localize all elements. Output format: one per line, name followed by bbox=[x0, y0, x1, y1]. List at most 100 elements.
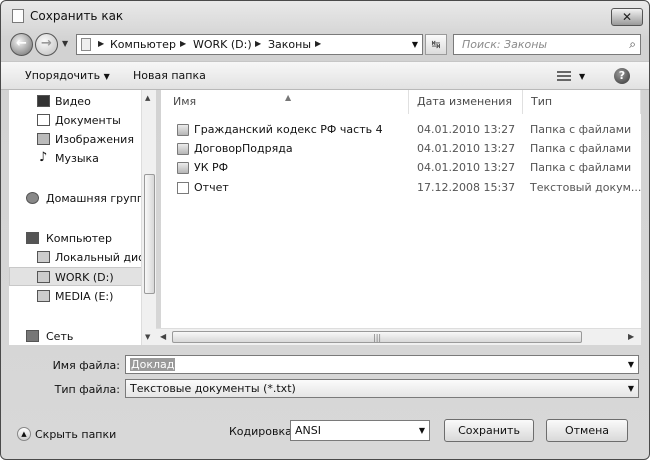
drive-icon bbox=[37, 271, 50, 283]
sidebar-item-music[interactable]: ♪ Музыка bbox=[9, 149, 155, 168]
file-row[interactable]: Гражданский кодекс РФ часть 4 04.01.2010… bbox=[161, 121, 631, 140]
chevron-right-icon[interactable]: ▶ bbox=[255, 39, 261, 48]
sidebar-item-documents[interactable]: Документы bbox=[9, 111, 155, 130]
collapse-up-icon: ▲ bbox=[17, 427, 31, 441]
file-name: Отчет bbox=[194, 181, 229, 194]
breadcrumb-work-drive[interactable]: WORK (D:) bbox=[193, 38, 252, 51]
sidebar-item-local-disk[interactable]: Локальный диск bbox=[9, 248, 155, 267]
close-button[interactable]: ✕ bbox=[611, 8, 643, 26]
folder-icon bbox=[177, 124, 189, 136]
network-icon bbox=[26, 330, 39, 342]
scroll-up-icon[interactable]: ▲ bbox=[145, 94, 150, 102]
file-type: Текстовый докум... bbox=[530, 181, 642, 194]
file-row[interactable]: УК РФ 04.01.2010 13:27 Папка с файлами bbox=[161, 159, 631, 178]
file-type: Папка с файлами bbox=[530, 142, 632, 155]
file-row[interactable]: ДоговорПодряда 04.01.2010 13:27 Папка с … bbox=[161, 140, 631, 159]
folder-icon bbox=[177, 162, 189, 174]
window-title: Сохранить как bbox=[30, 9, 124, 23]
help-icon[interactable]: ? bbox=[614, 68, 630, 84]
organize-button[interactable]: Упорядочить ▼ bbox=[25, 69, 110, 82]
sidebar-item-work-drive[interactable]: WORK (D:) bbox=[9, 267, 155, 286]
sidebar-item-label: WORK (D:) bbox=[55, 271, 114, 284]
back-arrow-icon: ← bbox=[16, 36, 27, 51]
history-dropdown-icon[interactable]: ▼ bbox=[62, 39, 68, 48]
encoding-select[interactable]: ANSI ▼ bbox=[290, 420, 430, 441]
folder-location-icon bbox=[81, 38, 91, 51]
sidebar-item-network[interactable]: Сеть bbox=[9, 327, 155, 345]
column-header-name[interactable]: ▲ Имя bbox=[161, 90, 409, 114]
filetype-value: Текстовые документы (*.txt) bbox=[130, 382, 296, 395]
filetype-label: Тип файла: bbox=[54, 383, 120, 396]
sidebar-item-media-drive[interactable]: MEDIA (E:) bbox=[9, 287, 155, 306]
file-date: 04.01.2010 13:27 bbox=[417, 123, 516, 136]
sidebar-scroll-thumb[interactable] bbox=[144, 174, 155, 294]
scroll-left-icon[interactable]: ◀ bbox=[160, 332, 166, 341]
computer-icon bbox=[26, 232, 39, 244]
column-header-label: Имя bbox=[173, 95, 197, 108]
file-name: Гражданский кодекс РФ часть 4 bbox=[194, 123, 383, 136]
drive-icon bbox=[37, 290, 50, 302]
chevron-down-icon[interactable]: ▼ bbox=[628, 360, 634, 369]
encoding-value: ANSI bbox=[295, 424, 321, 437]
document-icon bbox=[12, 9, 24, 23]
sidebar-scrollbar[interactable]: ▲ ▼ bbox=[141, 90, 156, 345]
breadcrumb-laws[interactable]: Законы bbox=[268, 38, 311, 51]
folder-icon bbox=[177, 143, 189, 155]
sidebar-item-label: Музыка bbox=[55, 152, 99, 165]
sidebar-item-label: Компьютер bbox=[46, 232, 112, 245]
address-bar[interactable]: ▶ Компьютер ▶ WORK (D:) ▶ Законы ▶ ▼ bbox=[76, 34, 423, 55]
horizontal-scroll-thumb[interactable]: ||| bbox=[172, 331, 582, 343]
filetype-select[interactable]: Текстовые документы (*.txt) ▼ bbox=[125, 379, 639, 398]
text-document-icon bbox=[177, 182, 189, 194]
homegroup-icon bbox=[26, 192, 39, 204]
music-icon: ♪ bbox=[39, 150, 48, 165]
sidebar-item-homegroup[interactable]: Домашняя группа bbox=[9, 189, 155, 208]
filename-label: Имя файла: bbox=[52, 359, 120, 372]
filename-input[interactable]: Доклад ▼ bbox=[125, 355, 639, 374]
chevron-right-icon[interactable]: ▶ bbox=[180, 39, 186, 48]
scroll-down-icon[interactable]: ▼ bbox=[145, 333, 150, 341]
sidebar-item-label: Локальный диск bbox=[55, 251, 151, 264]
column-header-date[interactable]: Дата изменения bbox=[409, 90, 523, 114]
file-date: 17.12.2008 15:37 bbox=[417, 181, 516, 194]
save-button[interactable]: Сохранить bbox=[444, 419, 534, 442]
navigation-bar: ← → ▼ ▶ Компьютер ▶ WORK (D:) ▶ Законы ▶… bbox=[1, 29, 649, 59]
chevron-down-icon[interactable]: ▼ bbox=[412, 40, 418, 49]
breadcrumb-computer[interactable]: Компьютер bbox=[110, 38, 176, 51]
file-name: УК РФ bbox=[194, 161, 229, 174]
sidebar-item-images[interactable]: Изображения bbox=[9, 130, 155, 149]
new-folder-button[interactable]: Новая папка bbox=[133, 69, 206, 82]
sidebar-item-label: Домашняя группа bbox=[46, 192, 151, 205]
sidebar-item-computer[interactable]: Компьютер bbox=[9, 229, 155, 248]
sidebar-item-video[interactable]: Видео bbox=[9, 92, 155, 111]
refresh-button[interactable]: ↹ bbox=[425, 34, 447, 55]
close-icon: ✕ bbox=[621, 10, 633, 24]
view-options-icon[interactable] bbox=[557, 71, 571, 82]
sidebar-item-label: Сеть bbox=[46, 330, 74, 343]
encoding-label: Кодировка: bbox=[229, 425, 296, 438]
file-date: 04.01.2010 13:27 bbox=[417, 161, 516, 174]
forward-button[interactable]: → bbox=[35, 33, 58, 56]
file-type: Папка с файлами bbox=[530, 123, 632, 136]
scroll-right-icon[interactable]: ▶ bbox=[628, 332, 634, 341]
file-list-horizontal-scrollbar[interactable]: ◀ ||| ▶ bbox=[156, 328, 641, 345]
column-header-type[interactable]: Тип bbox=[523, 90, 641, 114]
hide-folders-button[interactable]: ▲ Скрыть папки bbox=[17, 427, 116, 441]
command-bar: Упорядочить ▼ Новая папка ▼ ? bbox=[1, 61, 649, 90]
file-date: 04.01.2010 13:27 bbox=[417, 142, 516, 155]
sidebar-item-label: MEDIA (E:) bbox=[55, 290, 114, 303]
search-input[interactable]: Поиск: Законы ⌕ bbox=[453, 34, 641, 55]
filename-value: Доклад bbox=[130, 358, 176, 371]
chevron-right-icon[interactable]: ▶ bbox=[98, 39, 104, 48]
back-button[interactable]: ← bbox=[10, 33, 33, 56]
file-type: Папка с файлами bbox=[530, 161, 632, 174]
chevron-right-icon[interactable]: ▶ bbox=[315, 39, 321, 48]
cancel-button[interactable]: Отмена bbox=[546, 419, 628, 442]
scroll-grip-icon: ||| bbox=[373, 333, 382, 342]
chevron-down-icon: ▼ bbox=[103, 72, 110, 81]
refresh-icon: ↹ bbox=[431, 38, 441, 51]
chevron-down-icon[interactable]: ▼ bbox=[579, 72, 585, 81]
file-row[interactable]: Отчет 17.12.2008 15:37 Текстовый докум..… bbox=[161, 179, 641, 198]
chevron-down-icon: ▼ bbox=[418, 426, 425, 435]
search-icon[interactable]: ⌕ bbox=[629, 37, 636, 52]
